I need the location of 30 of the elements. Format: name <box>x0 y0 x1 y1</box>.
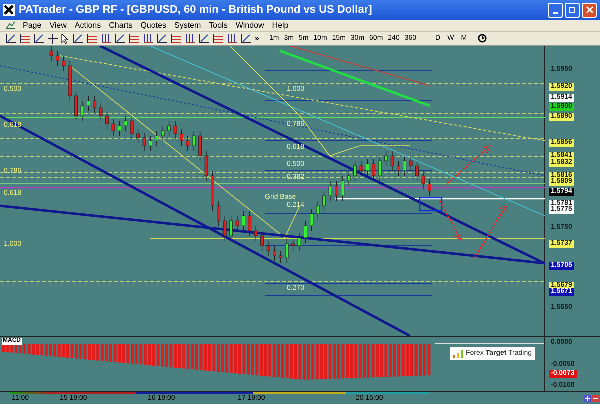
zoom-icon[interactable] <box>584 395 591 402</box>
close-icon[interactable] <box>592 395 599 402</box>
menu-item[interactable]: Quotes <box>140 20 166 30</box>
target-box <box>419 197 443 212</box>
menu-item[interactable]: View <box>50 20 67 30</box>
more-button[interactable]: » <box>255 34 260 44</box>
window-title: PATrader - GBP RF - [GBPUSD, 60 min - British Pound vs US Dollar] <box>19 2 372 18</box>
dotted-arrow <box>439 200 463 242</box>
menu-item[interactable]: Help <box>272 20 289 30</box>
menu-item[interactable]: Tools <box>209 20 228 30</box>
clock-icon[interactable] <box>478 34 488 43</box>
menu-item[interactable]: Page <box>23 20 42 30</box>
close-button[interactable] <box>582 2 597 18</box>
menu-item[interactable]: System <box>174 20 202 30</box>
chart-icon[interactable] <box>6 21 15 30</box>
restore-icon <box>568 6 576 14</box>
app-icon <box>3 4 15 16</box>
menu-item[interactable]: Window <box>236 20 264 30</box>
axis-icon[interactable] <box>73 33 84 44</box>
dotted-arrow <box>474 204 507 259</box>
line-chart-icon[interactable] <box>34 33 45 44</box>
menu-item[interactable]: Charts <box>109 20 133 30</box>
minimize-button[interactable] <box>548 2 563 18</box>
menu-item[interactable]: Actions <box>74 20 102 30</box>
columns-icon[interactable] <box>185 33 196 44</box>
cursor-icon[interactable] <box>61 34 70 44</box>
crosshair-icon[interactable] <box>48 34 58 44</box>
close-icon <box>586 6 594 14</box>
restore-button[interactable] <box>565 2 580 18</box>
dotted-arrow <box>444 144 492 187</box>
